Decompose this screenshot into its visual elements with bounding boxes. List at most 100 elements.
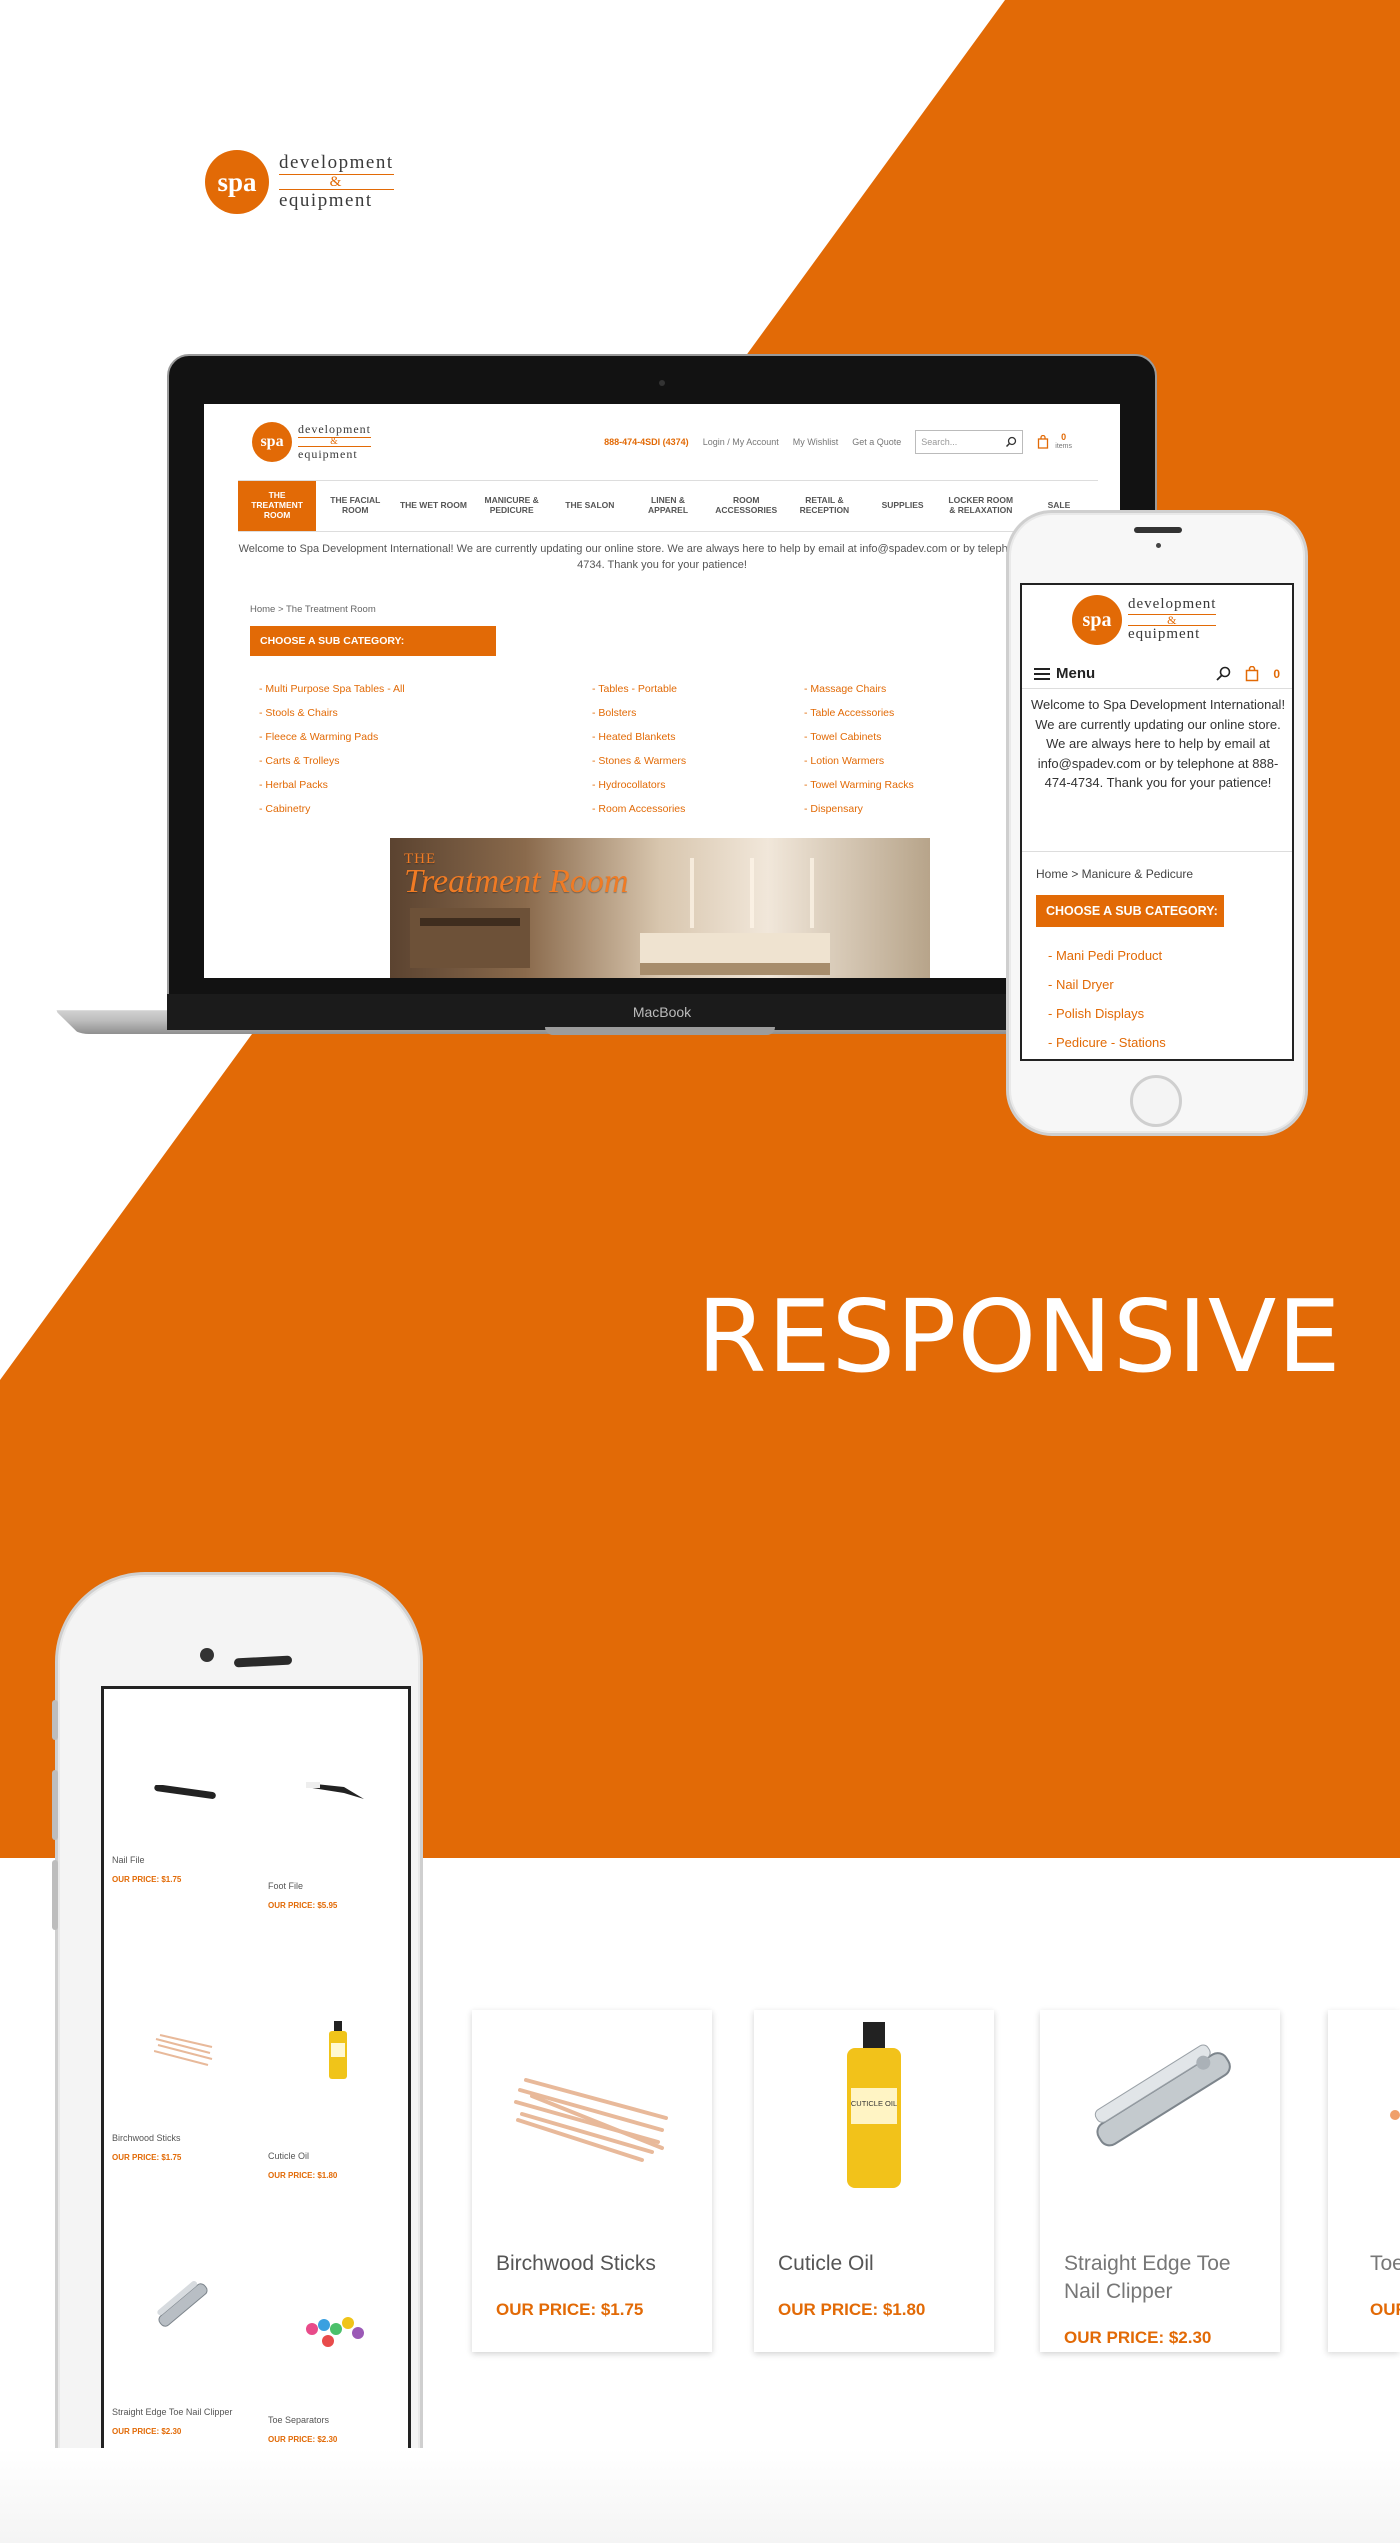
treatment-room-banner[interactable]: THE Treatment Room xyxy=(390,838,930,978)
nav-item-retail-reception[interactable]: RETAIL & RECEPTION xyxy=(785,481,863,531)
subcategory-link[interactable]: - Herbal Packs xyxy=(259,773,405,797)
desktop-link-wishlist[interactable]: My Wishlist xyxy=(793,437,839,447)
subcategory-link[interactable]: - Lotion Warmers xyxy=(804,749,914,773)
nav-item-salon[interactable]: THE SALON xyxy=(551,481,629,531)
nav-item-manicure-pedicure[interactable]: MANICURE & PEDICURE xyxy=(473,481,551,531)
subcategory-link[interactable]: - Fleece & Warming Pads xyxy=(259,725,405,749)
nav-item-supplies[interactable]: SUPPLIES xyxy=(864,481,942,531)
mobile-logo-word2: equipment xyxy=(1128,626,1201,643)
nav-item-wet-room[interactable]: THE WET ROOM xyxy=(394,481,472,531)
mobile-subcategory-link[interactable]: - Pedicure - Stations xyxy=(1048,1028,1166,1057)
product-card-name[interactable]: Straight Edge Toe Nail Clipper xyxy=(1064,2250,1264,2307)
nail-clipper-image xyxy=(157,2280,208,2327)
subcategory-link[interactable]: - Stones & Warmers xyxy=(592,749,686,773)
desktop-phone[interactable]: 888-474-4SDI (4374) xyxy=(604,437,689,447)
phone-product[interactable]: Birchwood Sticks OUR PRICE: $1.75 xyxy=(112,2133,181,2162)
mobile-toolbar: Menu 0 xyxy=(1022,659,1292,689)
phone-home-button[interactable] xyxy=(1130,1075,1182,1127)
desktop-breadcrumb[interactable]: Home > The Treatment Room xyxy=(250,604,376,615)
product-card-price: OUR PRICE: $1.80 xyxy=(778,2300,926,2319)
phone-product[interactable]: Straight Edge Toe Nail Clipper OUR PRICE… xyxy=(112,2407,232,2436)
subcategory-link[interactable]: - Bolsters xyxy=(592,701,686,725)
desktop-welcome-message: Welcome to Spa Development International… xyxy=(238,543,1086,571)
cart-bag-icon[interactable] xyxy=(1245,665,1259,682)
subcategory-link[interactable]: - Hydrocollators xyxy=(592,773,686,797)
product-card[interactable]: CUTICLE OIL Cuticle Oil OUR PRICE: $1.80 xyxy=(754,2010,994,2352)
logo-seal: spa xyxy=(205,150,269,214)
nav-item-treatment-room[interactable]: THE TREATMENT ROOM xyxy=(238,481,317,531)
product-card-name[interactable]: Birchwood Sticks xyxy=(496,2250,696,2278)
desktop-cart[interactable]: 0 items xyxy=(1037,432,1072,451)
product-card-price: OUR xyxy=(1370,2300,1400,2319)
mobile-breadcrumb[interactable]: Home > Manicure & Pedicure xyxy=(1036,867,1193,881)
nail-file-image xyxy=(154,1785,216,1799)
subcategory-link[interactable]: - Heated Blankets xyxy=(592,725,686,749)
subcategory-link[interactable]: - Cabinetry xyxy=(259,797,405,821)
desktop-cart-count: 0 xyxy=(1061,432,1067,443)
subcategory-link[interactable]: - Towel Cabinets xyxy=(804,725,914,749)
search-icon[interactable] xyxy=(1215,666,1231,682)
subcategory-link[interactable]: - Towel Warming Racks xyxy=(804,773,914,797)
subcategory-link[interactable]: - Carts & Trolleys xyxy=(259,749,405,773)
product-card-image-partial xyxy=(1390,2110,1400,2120)
search-icon[interactable] xyxy=(1005,436,1017,448)
large-phone-side-button xyxy=(52,1860,58,1930)
mobile-site-screen: spa development & equipment Menu 0 Welco… xyxy=(1020,583,1294,1061)
phone-product-price: OUR PRICE: $2.30 xyxy=(112,2427,182,2436)
subcategory-column-2: - Tables - Portable - Bolsters - Heated … xyxy=(592,677,686,821)
phone-product-name: Birchwood Sticks xyxy=(112,2133,181,2143)
mobile-subcategory-link[interactable]: - Nail Dryer xyxy=(1048,970,1166,999)
laptop-notch xyxy=(545,1027,775,1035)
logo-wordmark: development & equipment xyxy=(279,153,394,211)
phone-product-name: Foot File xyxy=(268,1881,304,1891)
phone-product[interactable]: Cuticle Oil OUR PRICE: $1.80 xyxy=(268,2151,337,2180)
subcategory-link[interactable]: - Tables - Portable xyxy=(592,677,686,701)
product-card-partial[interactable]: Toe OUR xyxy=(1328,2010,1400,2352)
desktop-logo[interactable]: spa development & equipment xyxy=(252,422,371,462)
subcategory-link[interactable]: - Multi Purpose Spa Tables - All xyxy=(259,677,405,701)
nav-item-linen-apparel[interactable]: LINEN & APPAREL xyxy=(629,481,707,531)
nav-item-facial-room[interactable]: THE FACIAL ROOM xyxy=(316,481,394,531)
subcategory-link[interactable]: - Table Accessories xyxy=(804,701,914,725)
phone-product-price: OUR PRICE: $1.80 xyxy=(268,2171,338,2180)
large-phone-side-button xyxy=(52,1770,58,1840)
cart-bag-icon xyxy=(1038,434,1049,449)
subcategory-link[interactable]: - Massage Chairs xyxy=(804,677,914,701)
desktop-search-input[interactable]: Search... xyxy=(915,430,1024,454)
cuticle-oil-image: CUTICLE OIL xyxy=(847,2022,901,2188)
phone-product-price: OUR PRICE: $1.75 xyxy=(112,2153,182,2162)
desktop-logo-wordmark: development & equipment xyxy=(298,423,371,461)
logo-word-development: development xyxy=(279,152,394,174)
subcategory-link[interactable]: - Dispensary xyxy=(804,797,914,821)
bottom-fade xyxy=(0,2448,1400,2543)
phone-product[interactable]: Toe Separators OUR PRICE: $2.30 xyxy=(268,2415,337,2444)
desktop-header: spa development & equipment 888-474-4SDI… xyxy=(204,404,1120,480)
mobile-logo-wordmark: development & equipment xyxy=(1128,596,1217,643)
mobile-subcategory-link[interactable]: - Mani Pedi Product xyxy=(1048,941,1166,970)
subcategory-link[interactable]: - Stools & Chairs xyxy=(259,701,405,725)
logo-word-equipment: equipment xyxy=(279,189,373,211)
phone-product[interactable]: Foot File OUR PRICE: $5.95 xyxy=(268,1881,337,1910)
mobile-logo-seal: spa xyxy=(1072,595,1122,645)
mobile-logo[interactable]: spa development & equipment xyxy=(1072,595,1217,645)
product-card-name[interactable]: Cuticle Oil xyxy=(778,2250,978,2278)
phone-product-name: Nail File xyxy=(112,1855,145,1865)
phone-product-price: OUR PRICE: $2.30 xyxy=(268,2435,338,2444)
phone-product[interactable]: Nail File OUR PRICE: $1.75 xyxy=(112,1855,181,1884)
desktop-link-quote[interactable]: Get a Quote xyxy=(852,437,901,447)
nav-item-locker-room[interactable]: LOCKER ROOM & RELAXATION xyxy=(942,481,1020,531)
desktop-subcategory-heading: CHOOSE A SUB CATEGORY: xyxy=(250,626,496,656)
desktop-link-account[interactable]: Login / My Account xyxy=(703,437,779,447)
subcategory-link[interactable]: - Room Accessories xyxy=(592,797,686,821)
brand-logo: spa development & equipment xyxy=(205,150,394,214)
product-card[interactable]: Birchwood Sticks OUR PRICE: $1.75 xyxy=(472,2010,712,2352)
product-card[interactable]: Straight Edge Toe Nail Clipper OUR PRICE… xyxy=(1040,2010,1280,2352)
mobile-welcome-message: Welcome to Spa Development International… xyxy=(1030,697,1286,790)
mobile-subcategory-link[interactable]: - Polish Displays xyxy=(1048,999,1166,1028)
desktop-site-screen: spa development & equipment 888-474-4SDI… xyxy=(204,404,1120,978)
desktop-logo-seal: spa xyxy=(252,422,292,462)
product-card-name[interactable]: Toe xyxy=(1370,2250,1400,2278)
nav-item-room-accessories[interactable]: ROOM ACCESSORIES xyxy=(707,481,785,531)
mobile-menu-button[interactable]: Menu xyxy=(1034,665,1095,682)
logo-ampersand: & xyxy=(279,174,394,190)
